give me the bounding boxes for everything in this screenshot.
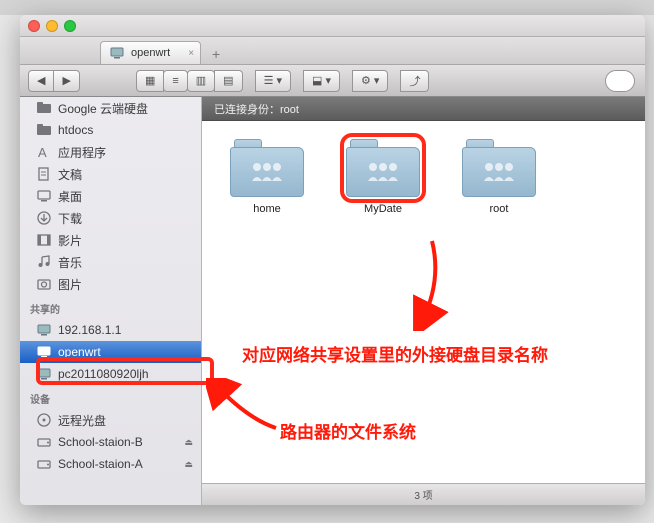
- connection-label: 已连接身份：root: [214, 101, 299, 117]
- arrange-button[interactable]: ☰ ▾: [255, 70, 291, 92]
- movies-icon: [36, 232, 52, 248]
- folder-root[interactable]: root: [454, 139, 544, 215]
- action-button[interactable]: ⚙ ▾: [352, 70, 388, 92]
- monitor-icon: [36, 366, 52, 382]
- shared-folder-icon: [462, 139, 536, 197]
- annotation-arrow-top: [412, 231, 472, 331]
- view-icon-button[interactable]: ▦: [136, 70, 164, 92]
- sidebar-item-label: 图片: [58, 276, 82, 293]
- action-group: ⚙ ▾: [352, 70, 388, 92]
- sidebar-item-fav-0[interactable]: Google 云端硬盘: [20, 97, 201, 119]
- sidebar-item-fav-2[interactable]: A 应用程序: [20, 141, 201, 163]
- arrange-group: ☰ ▾: [255, 70, 291, 92]
- new-tab-button[interactable]: +: [205, 44, 227, 64]
- sidebar-item-fav-3[interactable]: 文稿: [20, 163, 201, 185]
- sidebar-item-label: School-staion-A: [58, 457, 143, 471]
- drive-icon: [36, 456, 52, 472]
- folder-label: home: [253, 203, 281, 215]
- forward-button[interactable]: ▶: [53, 70, 79, 92]
- share-button[interactable]: ⤴: [400, 70, 429, 92]
- folder-MyDate[interactable]: MyDate: [338, 139, 428, 215]
- zoom-button[interactable]: [64, 20, 76, 32]
- annotation-top: 对应网络共享设置里的外接硬盘目录名称: [242, 341, 548, 366]
- tab-openwrt[interactable]: openwrt ×: [100, 41, 201, 64]
- apps-icon: A: [36, 144, 52, 160]
- nav-buttons: ◀ ▶: [28, 70, 80, 92]
- view-column-button[interactable]: ▥: [187, 70, 215, 92]
- sidebar-item-shared-0[interactable]: 192.168.1.1: [20, 319, 201, 341]
- sidebar-item-label: 远程光盘: [58, 412, 106, 429]
- disc-icon: [36, 412, 52, 428]
- tab-close-icon[interactable]: ×: [188, 48, 194, 59]
- close-button[interactable]: [28, 20, 40, 32]
- sidebar-item-fav-6[interactable]: 影片: [20, 229, 201, 251]
- folder-icon: [36, 100, 52, 116]
- statusbar: 3 项: [202, 483, 645, 505]
- titlebar: [20, 15, 645, 37]
- sidebar-item-dev-2[interactable]: School-staion-A ⏏: [20, 453, 201, 475]
- folder-label: root: [490, 203, 509, 215]
- sidebar-item-label: 192.168.1.1: [58, 323, 121, 337]
- folder-label: MyDate: [364, 203, 402, 215]
- sidebar-item-label: Google 云端硬盘: [58, 100, 148, 117]
- sidebar-item-label: pc2011080920ljh: [58, 367, 149, 381]
- desktop-icon: [36, 188, 52, 204]
- dropbox-button[interactable]: ⬓ ▾: [303, 70, 340, 92]
- tab-bar: openwrt × +: [20, 37, 645, 65]
- monitor-icon: [36, 344, 52, 360]
- monitor-icon: [36, 322, 52, 338]
- minimize-button[interactable]: [46, 20, 58, 32]
- shared-folder-icon: [346, 139, 420, 197]
- tab-label: openwrt: [131, 47, 170, 59]
- status-text: 3 项: [414, 487, 432, 502]
- sidebar-item-fav-7[interactable]: 音乐: [20, 251, 201, 273]
- search-input[interactable]: [605, 70, 635, 92]
- music-icon: [36, 254, 52, 270]
- shared-folder-icon: [230, 139, 304, 197]
- folder-icon: [36, 122, 52, 138]
- eject-icon[interactable]: ⏏: [184, 459, 193, 470]
- folder-grid: home MyDate root 对应网络共享设置里的外接硬盘目录名称: [202, 121, 645, 483]
- photos-icon: [36, 276, 52, 292]
- view-buttons: ▦ ≡ ▥ ▤: [136, 70, 243, 92]
- sidebar-item-label: 影片: [58, 232, 82, 249]
- sidebar: Google 云端硬盘 htdocs A 应用程序文稿桌面下载影片音乐图片 共享的 1…: [20, 97, 202, 505]
- drive-icon: [36, 434, 52, 450]
- sidebar-item-dev-0[interactable]: 远程光盘: [20, 409, 201, 431]
- shared-section-head: 共享的: [20, 295, 201, 319]
- monitor-icon: [109, 45, 125, 61]
- dropbox-group: ⬓ ▾: [303, 70, 340, 92]
- sidebar-item-shared-1[interactable]: openwrt: [20, 341, 201, 363]
- view-coverflow-button[interactable]: ▤: [214, 70, 242, 92]
- sidebar-item-label: openwrt: [58, 345, 101, 359]
- main-area: 已连接身份：root home MyDate root: [202, 97, 645, 505]
- sidebar-item-label: 音乐: [58, 254, 82, 271]
- devices-section-head: 设备: [20, 385, 201, 409]
- sidebar-item-label: 文稿: [58, 166, 82, 183]
- sidebar-item-fav-4[interactable]: 桌面: [20, 185, 201, 207]
- sidebar-item-dev-1[interactable]: School-staion-B ⏏: [20, 431, 201, 453]
- sidebar-item-label: School-staion-B: [58, 435, 143, 449]
- folder-home[interactable]: home: [222, 139, 312, 215]
- connection-infobar: 已连接身份：root: [202, 97, 645, 121]
- toolbar: ◀ ▶ ▦ ≡ ▥ ▤ ☰ ▾ ⬓ ▾ ⚙ ▾ ⤴: [20, 65, 645, 97]
- finder-window: openwrt × + ◀ ▶ ▦ ≡ ▥ ▤ ☰ ▾ ⬓ ▾ ⚙ ▾ ⤴: [20, 15, 645, 505]
- share-group: ⤴: [400, 70, 429, 92]
- downloads-icon: [36, 210, 52, 226]
- documents-icon: [36, 166, 52, 182]
- sidebar-item-fav-5[interactable]: 下载: [20, 207, 201, 229]
- sidebar-item-label: 应用程序: [58, 144, 106, 161]
- sidebar-item-fav-8[interactable]: 图片: [20, 273, 201, 295]
- sidebar-item-label: 下载: [58, 210, 82, 227]
- svg-text:A: A: [38, 145, 47, 160]
- traffic-lights: [28, 20, 76, 32]
- sidebar-item-fav-1[interactable]: htdocs: [20, 119, 201, 141]
- sidebar-item-label: 桌面: [58, 188, 82, 205]
- view-list-button[interactable]: ≡: [163, 70, 187, 92]
- back-button[interactable]: ◀: [28, 70, 54, 92]
- eject-icon[interactable]: ⏏: [184, 437, 193, 448]
- sidebar-item-shared-2[interactable]: pc2011080920ljh: [20, 363, 201, 385]
- sidebar-item-label: htdocs: [58, 123, 93, 137]
